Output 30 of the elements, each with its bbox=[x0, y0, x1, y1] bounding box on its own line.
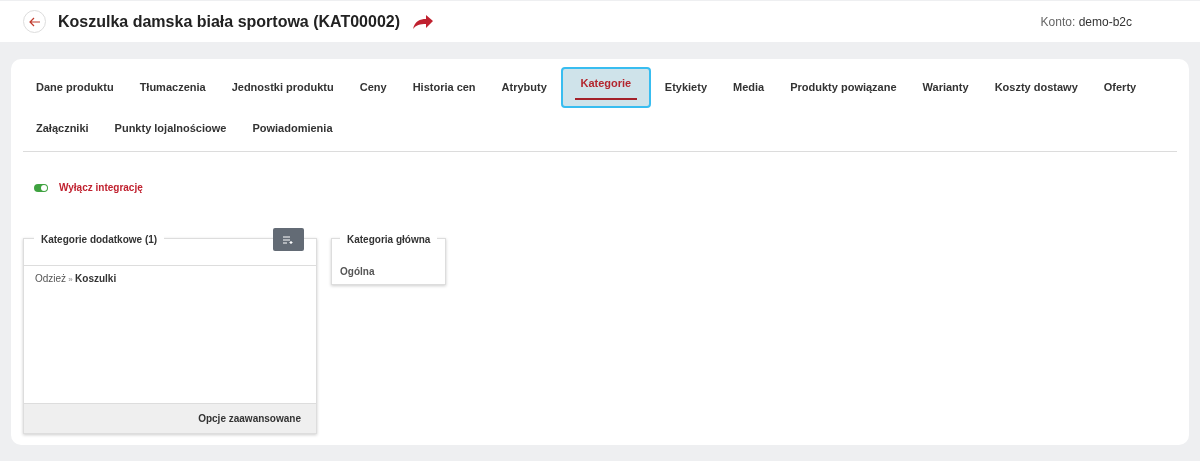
tab[interactable]: Kategorie bbox=[560, 67, 651, 108]
tab[interactable]: Etykiety bbox=[652, 72, 720, 103]
tab[interactable]: Punkty lojalnościowe bbox=[102, 113, 239, 144]
tab[interactable]: Media bbox=[721, 72, 777, 103]
tab[interactable]: Historia cen bbox=[400, 72, 488, 103]
integration-toggle[interactable] bbox=[34, 183, 48, 192]
playlist-add-icon bbox=[283, 235, 294, 244]
tab[interactable]: Ceny bbox=[347, 72, 399, 103]
tab[interactable]: Tłumaczenia bbox=[127, 72, 218, 103]
tab[interactable]: Warianty bbox=[910, 72, 981, 103]
account-label: Konto: bbox=[1040, 14, 1076, 29]
tab[interactable]: Koszty dostawy bbox=[982, 72, 1090, 103]
category-path: Odzież » Koszulki bbox=[35, 272, 118, 286]
tab[interactable]: Produkty powiązane bbox=[778, 72, 909, 103]
page-title: Koszulka damska biała sportowa (KAT00002) bbox=[58, 11, 401, 32]
add-category-button[interactable] bbox=[273, 228, 304, 251]
integration-label: Wyłącz integrację bbox=[59, 181, 143, 195]
tab[interactable]: Oferty bbox=[1091, 72, 1149, 103]
back-arrow-icon bbox=[28, 16, 41, 27]
panel-title: Kategorie dodatkowe (1) bbox=[34, 232, 165, 247]
tab[interactable]: Załączniki bbox=[24, 113, 101, 144]
advanced-options-link[interactable]: Opcje zaawansowane bbox=[198, 411, 301, 426]
redo-arrow-icon[interactable] bbox=[412, 13, 435, 30]
main-category-value: Ogólna bbox=[340, 266, 375, 277]
tab[interactable]: Dane produktu bbox=[24, 72, 126, 103]
tab[interactable]: Powiadomienia bbox=[240, 113, 345, 144]
tab[interactable]: Atrybuty bbox=[489, 72, 559, 103]
account-name: demo-b2c bbox=[1078, 14, 1132, 29]
panel-title: Kategoria główna bbox=[340, 232, 438, 247]
tab[interactable]: Jednostki produktu bbox=[219, 72, 346, 103]
